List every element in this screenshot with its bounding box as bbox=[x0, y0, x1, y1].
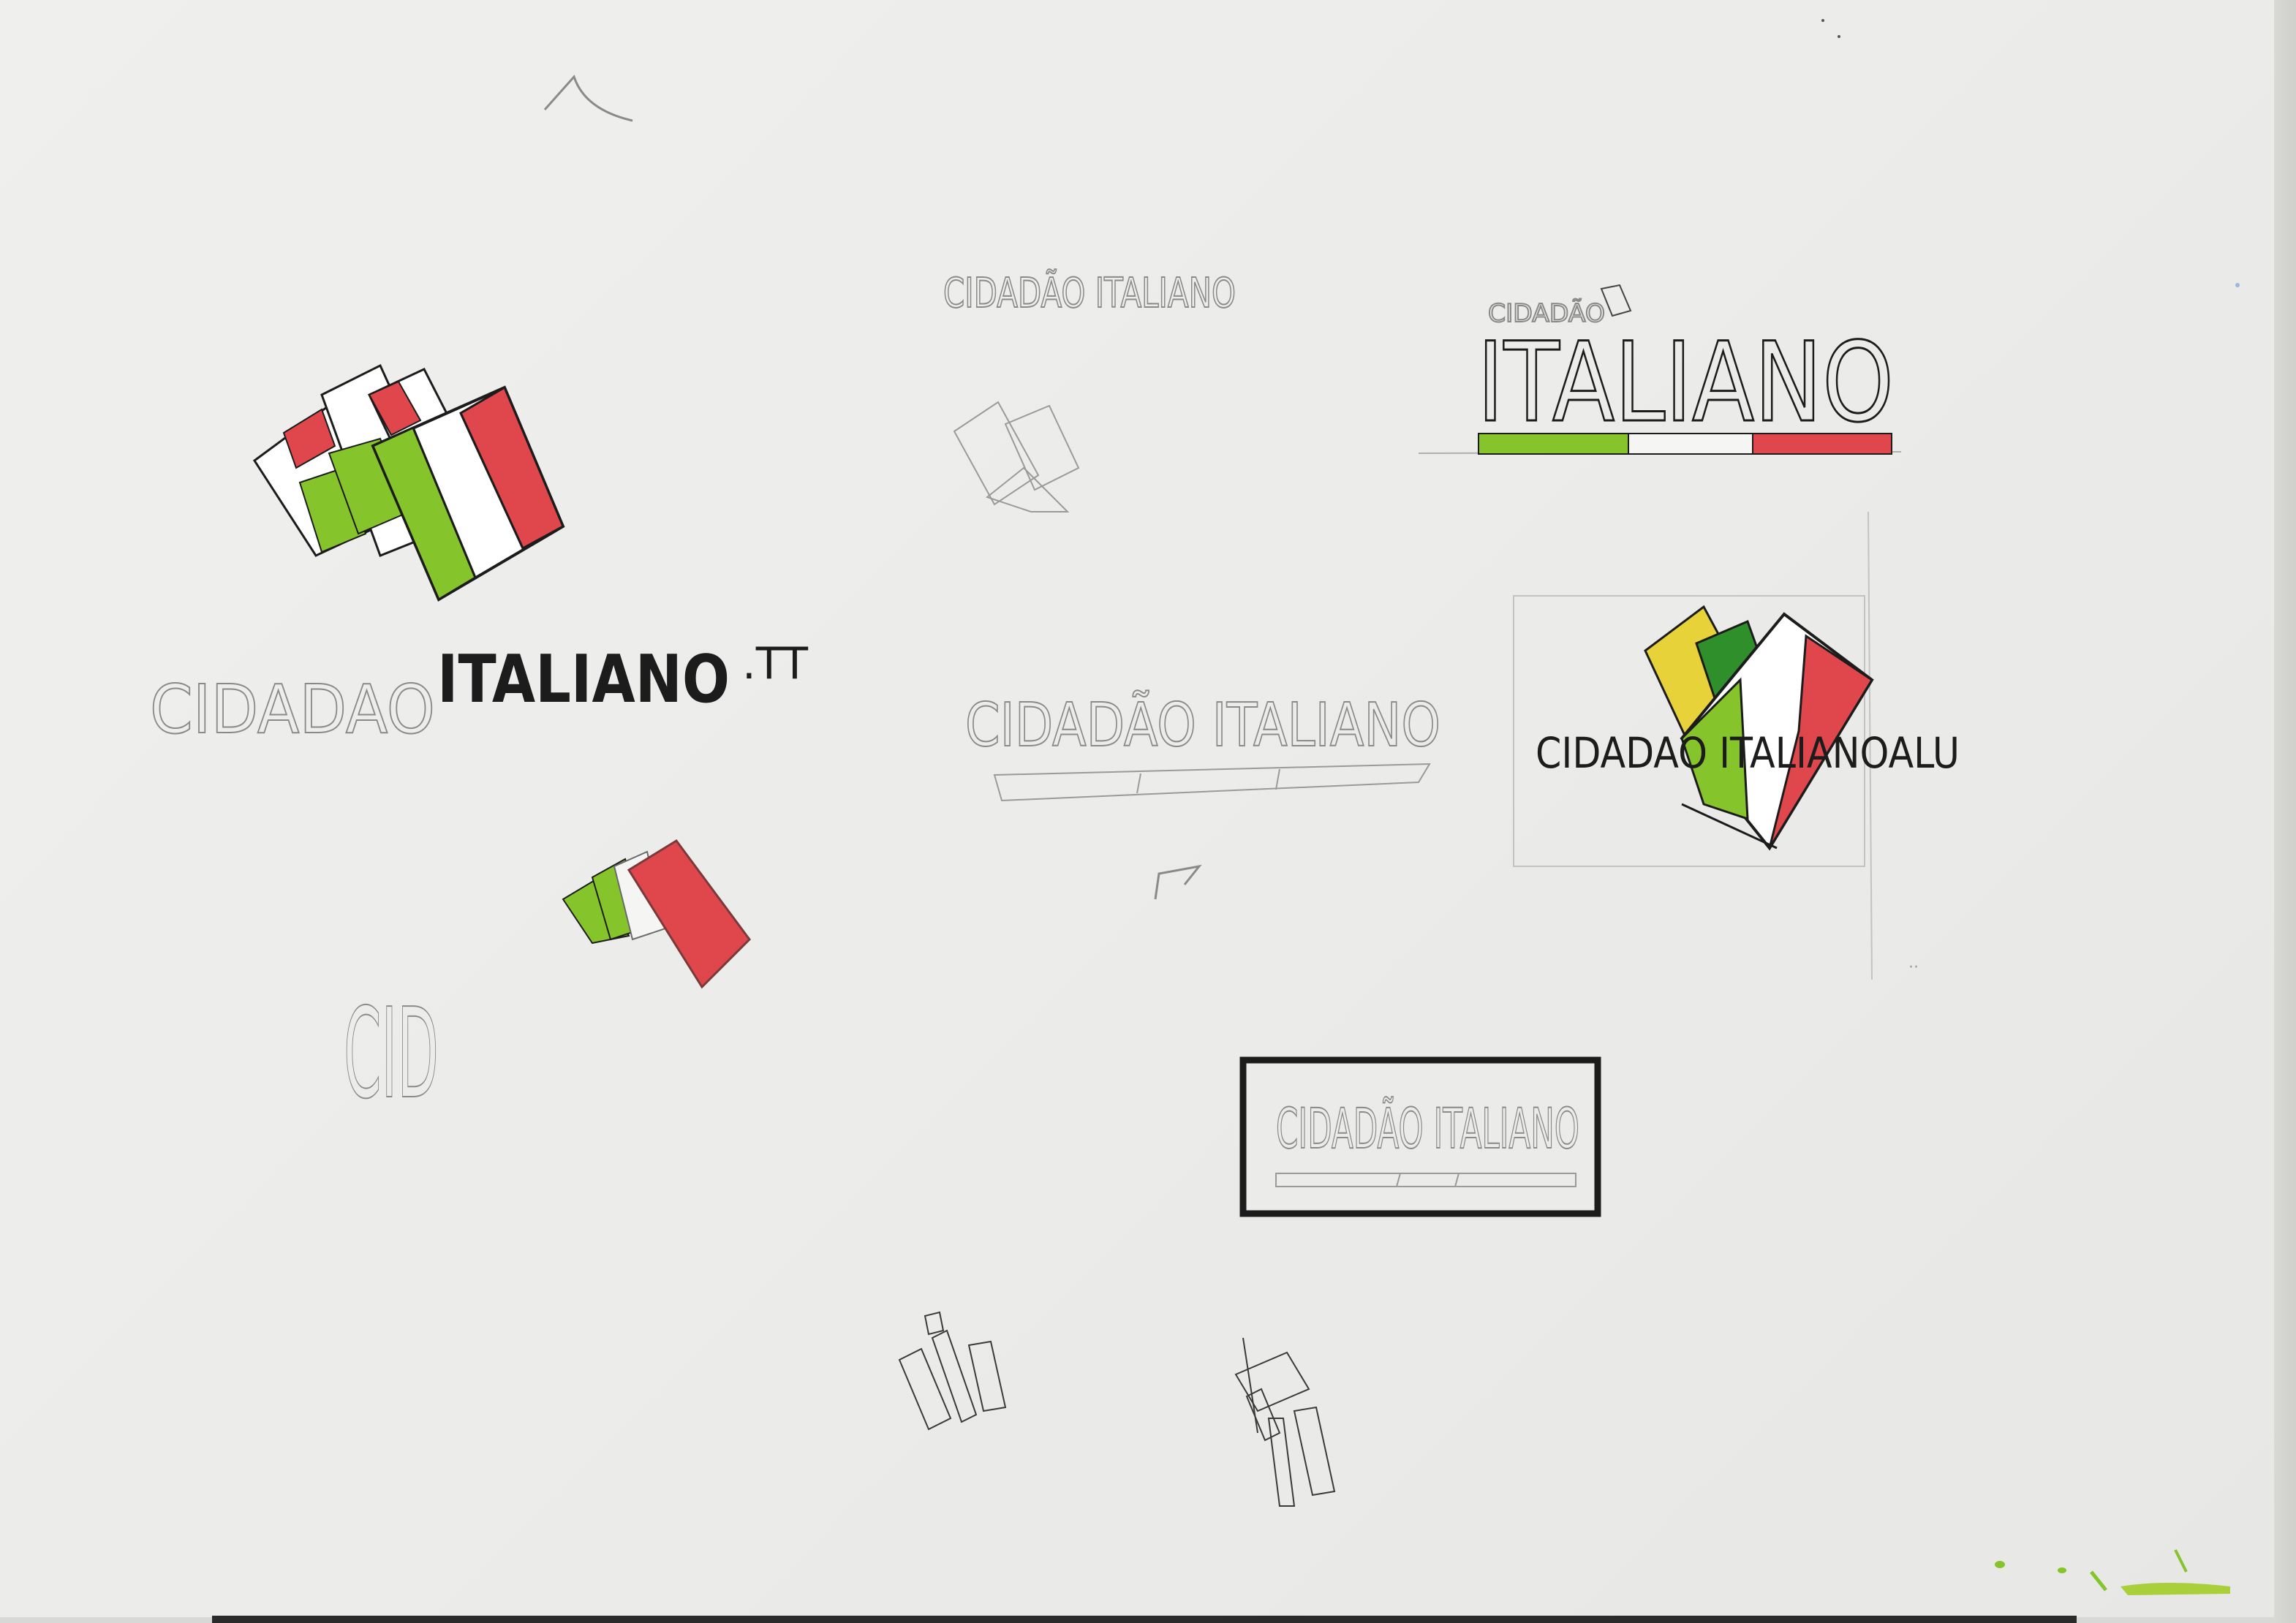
pencil-mark-small: ·· bbox=[1908, 958, 1919, 977]
logo-main-wordmark: CIDADAO ITALIANO .TT bbox=[149, 638, 808, 749]
sketch-sheet-photo: CIDADAO ITALIANO .TT CID CIDADÃO ITALIAN… bbox=[0, 0, 2296, 1623]
flags-emblem-small bbox=[562, 839, 751, 989]
flags-pencil-sketch-top bbox=[953, 401, 1080, 512]
sketch-drawings: CIDADAO ITALIANO .TT CID CIDADÃO ITALIAN… bbox=[149, 19, 2240, 1595]
logo-right-shield: CIDADAO ITALIANOALU bbox=[1513, 511, 1960, 980]
logo-top-right: CIDADÃO ITALIANO bbox=[1418, 284, 1902, 455]
color-smudges bbox=[1995, 1549, 2230, 1595]
letters-fragment: CID bbox=[344, 982, 439, 1127]
logo-top-center-text: CIDADÃO ITALIANO bbox=[943, 270, 1236, 317]
logo-right-shield-text: CIDADAO ITALIANOALU bbox=[1536, 728, 1960, 778]
logo-main-suffix: .TT bbox=[742, 638, 808, 689]
logo-bottom-boxed-text: CIDADÃO ITALIANO bbox=[1276, 1096, 1579, 1161]
pencil-scribble-middle bbox=[1154, 864, 1202, 900]
logo-middle-center: CIDADÃO ITALIANO bbox=[964, 690, 1441, 802]
bar-red bbox=[1752, 433, 1892, 455]
logo-bottom-boxed: CIDADÃO ITALIANO bbox=[1239, 1056, 1601, 1217]
flags-emblem-main bbox=[252, 363, 565, 602]
logo-main-part1: CIDADAO bbox=[150, 670, 435, 749]
tiny-flag-icon bbox=[1600, 284, 1632, 317]
logo-main-part2: ITALIANO bbox=[437, 641, 730, 718]
pencil-sketch-figures bbox=[898, 1311, 1336, 1507]
blue-dot bbox=[2235, 283, 2240, 287]
bar-white bbox=[1628, 433, 1753, 455]
bar-green bbox=[1478, 433, 1629, 455]
logo-middle-center-text: CIDADÃO ITALIANO bbox=[965, 691, 1440, 760]
pencil-dot bbox=[1838, 35, 1840, 38]
pencil-dot bbox=[1821, 19, 1824, 22]
logo-top-right-big: ITALIANO bbox=[1477, 319, 1894, 447]
pencil-scribble-top bbox=[543, 75, 633, 122]
